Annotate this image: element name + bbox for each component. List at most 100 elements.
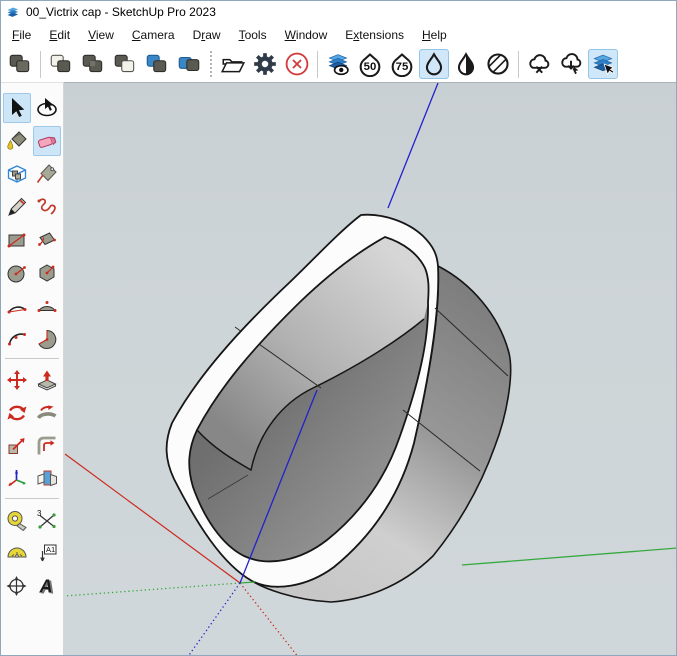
hatch-pattern-button[interactable] (483, 49, 513, 79)
menu-help[interactable]: Help (413, 26, 456, 44)
pie-tool[interactable] (33, 324, 61, 354)
freehand-icon (35, 195, 59, 219)
lasso-select-icon (35, 96, 59, 120)
freehand-tool[interactable] (33, 192, 61, 222)
line-tool[interactable] (3, 192, 31, 222)
palette-separator (5, 358, 59, 359)
dimension-tool[interactable]: 3 (33, 505, 61, 535)
toolbar-separator (317, 51, 318, 78)
axes-icon (5, 467, 29, 491)
transparency-none-button[interactable] (419, 49, 449, 79)
offset-tool[interactable] (33, 431, 61, 461)
protractor-tool[interactable] (3, 538, 31, 568)
polygon-icon (35, 261, 59, 285)
3d-text-icon: A A (35, 574, 59, 598)
svg-text:A1: A1 (46, 545, 55, 554)
tag-icon (35, 162, 59, 186)
paint-bucket-tool[interactable] (3, 126, 31, 156)
lasso-tool[interactable] (33, 93, 61, 123)
menu-tools[interactable]: Tools (230, 26, 276, 44)
opacity-50-button[interactable]: 50 (355, 49, 385, 79)
circle-tool[interactable] (3, 258, 31, 288)
open-folder-button[interactable] (218, 49, 248, 79)
rotated-rectangle-tool[interactable] (33, 225, 61, 255)
menu-window[interactable]: Window (276, 26, 337, 44)
section-plane-tool[interactable] (33, 464, 61, 494)
rectangle-tool[interactable] (3, 225, 31, 255)
svg-text:3: 3 (37, 509, 42, 518)
protractor-icon (5, 541, 29, 565)
svg-text:50: 50 (364, 61, 377, 73)
rotate-icon (5, 401, 29, 425)
layers-visibility-button[interactable] (323, 49, 353, 79)
select-tool[interactable] (3, 93, 31, 123)
modeling-viewport[interactable] (64, 82, 676, 655)
push-pull-icon (35, 368, 59, 392)
scene-canvas (64, 83, 677, 656)
polygon-tool[interactable] (33, 258, 61, 288)
blue-axis-dotted (187, 583, 240, 656)
menu-draw[interactable]: Draw (184, 26, 230, 44)
follow-me-tool[interactable] (33, 398, 61, 428)
subtract-icon (112, 51, 138, 77)
three-point-arc-tool[interactable] (3, 324, 31, 354)
three-d-text-tool[interactable]: A A (33, 571, 61, 601)
toolbar-separator (40, 51, 41, 78)
pencil-icon (5, 195, 29, 219)
make-component-tool[interactable] (3, 159, 31, 189)
scale-tool[interactable] (3, 431, 31, 461)
sketchup-window: 00_Victrix cap - SketchUp Pro 2023 File … (0, 0, 677, 656)
rotated-rectangle-icon (35, 228, 59, 252)
two-point-arc-tool[interactable] (33, 291, 61, 321)
menu-edit[interactable]: Edit (40, 26, 79, 44)
window-title: 00_Victrix cap - SketchUp Pro 2023 (26, 5, 216, 19)
menu-bar: File Edit View Camera Draw Tools Window … (1, 23, 676, 46)
compass-tool[interactable] (3, 571, 31, 601)
opacity-75-button[interactable]: 75 (387, 49, 417, 79)
trim-button[interactable] (142, 49, 172, 79)
rotate-tool[interactable] (3, 398, 31, 428)
union-icon (80, 51, 106, 77)
tape-measure-tool[interactable] (3, 505, 31, 535)
close-red-x-button[interactable] (282, 49, 312, 79)
subtract-button[interactable] (110, 49, 140, 79)
cloud-offline-button[interactable] (524, 49, 554, 79)
menu-file[interactable]: File (3, 26, 40, 44)
push-pull-tool[interactable] (33, 365, 61, 395)
sketchup-logo-icon (5, 5, 20, 20)
text-tool[interactable]: A1 (33, 538, 61, 568)
toolbar-separator (518, 51, 519, 78)
blue-axis-solid-upper (388, 83, 438, 208)
split-icon (176, 51, 202, 77)
axes-tool[interactable] (3, 464, 31, 494)
menu-extensions[interactable]: Extensions (336, 26, 413, 44)
menu-view[interactable]: View (79, 26, 123, 44)
green-axis-solid-near (240, 582, 255, 583)
ring-model (167, 215, 511, 602)
split-button[interactable] (174, 49, 204, 79)
opacity-50-icon: 50 (357, 51, 383, 77)
tag-tool[interactable] (33, 159, 61, 189)
follow-me-icon (35, 401, 59, 425)
svg-text:A: A (39, 577, 53, 597)
opacity-75-icon: 75 (389, 51, 415, 77)
eraser-tool[interactable] (33, 126, 61, 156)
intersect-button[interactable] (46, 49, 76, 79)
settings-gear-button[interactable] (250, 49, 280, 79)
compass-icon (5, 574, 29, 598)
transparency-half-button[interactable] (451, 49, 481, 79)
paint-bucket-icon (5, 129, 29, 153)
tape-measure-icon (5, 508, 29, 532)
union-button[interactable] (78, 49, 108, 79)
red-x-circle-icon (284, 51, 310, 77)
circle-icon (5, 261, 29, 285)
cloud-download-button[interactable] (556, 49, 586, 79)
menu-camera[interactable]: Camera (123, 26, 184, 44)
droplet-icon (421, 51, 447, 77)
move-tool[interactable] (3, 365, 31, 395)
layers-pick-button[interactable] (588, 49, 618, 79)
layers-pointer-icon (590, 51, 616, 77)
outer-shell-button[interactable] (5, 49, 35, 79)
arc-tool[interactable] (3, 291, 31, 321)
hatched-circle-icon (485, 51, 511, 77)
